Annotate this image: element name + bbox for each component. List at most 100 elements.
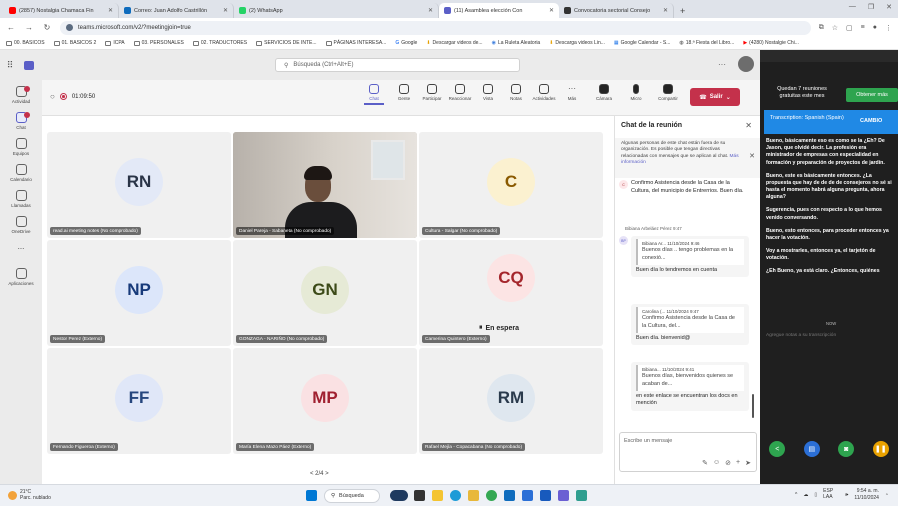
- share-icon[interactable]: <: [769, 441, 786, 457]
- leave-button[interactable]: ☎ Salir ⌄: [690, 88, 740, 106]
- bookmark[interactable]: 02. TRADUCTORES: [192, 40, 247, 46]
- bookmark[interactable]: G Google: [395, 40, 417, 46]
- windows-start-icon[interactable]: [306, 490, 317, 501]
- folder-icon[interactable]: [468, 490, 479, 501]
- close-icon[interactable]: ✕: [745, 121, 752, 130]
- participant-tile[interactable]: NP Nestor Perez (Externo): [47, 240, 231, 346]
- bookmark[interactable]: ◍ 18.ª Fiesta del Libro...: [679, 40, 734, 46]
- change-language-button[interactable]: CAMBIO: [860, 118, 882, 124]
- format-icon[interactable]: ✎: [702, 459, 708, 467]
- get-more-button[interactable]: Obtener más: [846, 88, 898, 102]
- search-input[interactable]: ⚲ Búsqueda (Ctrl+Alt+E): [275, 58, 520, 72]
- scrollbar[interactable]: [752, 394, 754, 418]
- translate-icon[interactable]: ⧉: [819, 24, 824, 32]
- camera-button[interactable]: Cámara: [590, 84, 618, 101]
- bookmark[interactable]: ⬇ Descarga videos Lin...: [549, 40, 605, 46]
- pause-icon[interactable]: ❚❚: [872, 441, 889, 457]
- react-button[interactable]: Reaccionar: [446, 84, 474, 101]
- mail-icon[interactable]: [522, 490, 533, 501]
- send-icon[interactable]: ➤: [745, 459, 751, 467]
- quoted-message[interactable]: Bibiana... 11/10/2024 9:41 Buenos días, b…: [636, 365, 744, 391]
- share-button[interactable]: Compartir: [654, 84, 682, 101]
- language-indicator[interactable]: ESP LAA: [823, 488, 839, 500]
- weather-widget[interactable]: 21°C Parc. nublado: [8, 489, 51, 501]
- menu-icon[interactable]: ⋮: [885, 24, 892, 32]
- bookmark[interactable]: 03. PERSONALES: [133, 40, 184, 46]
- raise-hand-button[interactable]: Participar: [418, 84, 446, 101]
- chat-button[interactable]: Chat: [360, 84, 388, 105]
- bookmark[interactable]: ◉ La Ruleta Aleatoria: [492, 40, 541, 46]
- people-button[interactable]: Gente: [390, 84, 418, 101]
- notifications-icon[interactable]: ◔: [885, 492, 888, 498]
- participant-tile[interactable]: RN read.ai meeting notes (No comprobado): [47, 132, 231, 238]
- close-window-icon[interactable]: ✕: [886, 3, 892, 11]
- bookmark[interactable]: PÁGINAS INTERESA...: [325, 40, 386, 46]
- message-compose-box[interactable]: Escribe un mensaje ✎ ☺ ⊘ + ➤: [619, 432, 757, 472]
- browser-tab-outlook[interactable]: Correo: Juan Adolfo Castrillón ✕: [119, 3, 234, 18]
- gallery-pager[interactable]: < 2/4 >: [310, 471, 329, 477]
- forward-arrow-icon[interactable]: →: [24, 23, 34, 32]
- view-button[interactable]: Vista: [474, 84, 502, 101]
- close-icon[interactable]: ✕: [663, 7, 668, 14]
- participant-video-tile[interactable]: Daniel Pareja - Sabaneta (No comprobado): [233, 132, 417, 238]
- clock[interactable]: 9:54 a. m. 11/10/2024: [854, 488, 879, 501]
- participant-tile[interactable]: RM Rafael Mejía - Copacabana (No comproba…: [419, 348, 603, 454]
- copilot-icon[interactable]: [558, 490, 569, 501]
- task-view-icon[interactable]: [414, 490, 425, 501]
- rail-item-onedrive[interactable]: OneDrive: [0, 216, 42, 234]
- taskbar-search[interactable]: ⚲ Búsqueda: [324, 489, 380, 503]
- battery-icon[interactable]: ▯: [814, 492, 817, 498]
- participant-tile[interactable]: FF Fernando Figueroa (Externo): [47, 348, 231, 454]
- close-icon[interactable]: ✕: [549, 7, 554, 14]
- quoted-message[interactable]: Carolina (... 11/10/2024 9:47 Confirmo As…: [636, 307, 744, 333]
- close-icon[interactable]: ✕: [428, 7, 433, 14]
- rail-item-chat[interactable]: Chat: [0, 112, 42, 130]
- file-explorer-icon[interactable]: [432, 490, 443, 501]
- emoji-icon[interactable]: ☺: [713, 459, 720, 467]
- close-icon[interactable]: ✕: [108, 7, 113, 14]
- rail-item-calls[interactable]: Llamadas: [0, 190, 42, 208]
- mic-button[interactable]: Micro: [622, 84, 650, 101]
- bookmark[interactable]: 00. BASICOS: [6, 40, 45, 46]
- app-icon[interactable]: [576, 490, 587, 501]
- back-arrow-icon[interactable]: ←: [6, 23, 16, 32]
- site-info-icon[interactable]: [66, 24, 73, 31]
- more-button[interactable]: ··· Más: [558, 84, 586, 101]
- notes-button[interactable]: Notas: [502, 84, 530, 101]
- bookmark[interactable]: ▦ Google Calendar - S...: [614, 40, 670, 46]
- browser-tab-teams[interactable]: (11) Asamblea elección Con ✕: [439, 3, 559, 18]
- outlook-icon[interactable]: [504, 490, 515, 501]
- add-notes-input[interactable]: Agregue notas a su transcripción: [766, 333, 836, 338]
- star-icon[interactable]: ☆: [832, 24, 838, 32]
- extensions-icon[interactable]: ▢: [846, 24, 853, 32]
- more-options-icon[interactable]: ···: [718, 60, 726, 69]
- rail-item-more[interactable]: ...: [0, 242, 42, 251]
- profile-icon[interactable]: ●: [873, 24, 877, 32]
- bookmark[interactable]: 01. BASICOS 2: [53, 40, 96, 46]
- chrome-icon[interactable]: [486, 490, 497, 501]
- sidebar-icon[interactable]: ≡: [861, 24, 865, 32]
- attach-icon[interactable]: ⊘: [725, 459, 731, 467]
- dismiss-icon[interactable]: ✕: [749, 152, 755, 161]
- rail-item-activity[interactable]: Actividad: [0, 86, 42, 104]
- quoted-message[interactable]: Bibiana Ar... 11/10/2024 9:46 Buenos días…: [636, 239, 744, 265]
- minimize-icon[interactable]: —: [849, 3, 856, 11]
- participant-tile[interactable]: GN GONZAGA - NARIÑO (No comprobado): [233, 240, 417, 346]
- app-launcher-icon[interactable]: ⠿: [0, 60, 20, 71]
- bookmark[interactable]: ⬇ Descargar videos de...: [426, 40, 482, 46]
- browser-tab-convocatoria[interactable]: Convocatoria sectorial Consejo ✕: [559, 3, 674, 18]
- camera-icon[interactable]: ◙: [838, 441, 855, 457]
- participant-tile[interactable]: MP María Elena Mazo Páez (Externo): [233, 348, 417, 454]
- maximize-icon[interactable]: ❐: [868, 3, 874, 11]
- rail-item-calendar[interactable]: Calendario: [0, 164, 42, 182]
- avatar[interactable]: [738, 56, 754, 72]
- bookmark[interactable]: SERVICIOS DE INTE...: [256, 40, 317, 46]
- rail-item-apps[interactable]: Aplicaciones: [0, 268, 42, 286]
- rail-item-teams[interactable]: Equipos: [0, 138, 42, 156]
- volume-icon[interactable]: 🕪: [845, 492, 848, 498]
- edge-icon[interactable]: [450, 490, 461, 501]
- plus-icon[interactable]: +: [736, 459, 740, 467]
- bookmark[interactable]: ICPA: [105, 40, 125, 46]
- chevron-up-icon[interactable]: ^: [795, 492, 797, 498]
- document-icon[interactable]: ▤: [803, 441, 820, 457]
